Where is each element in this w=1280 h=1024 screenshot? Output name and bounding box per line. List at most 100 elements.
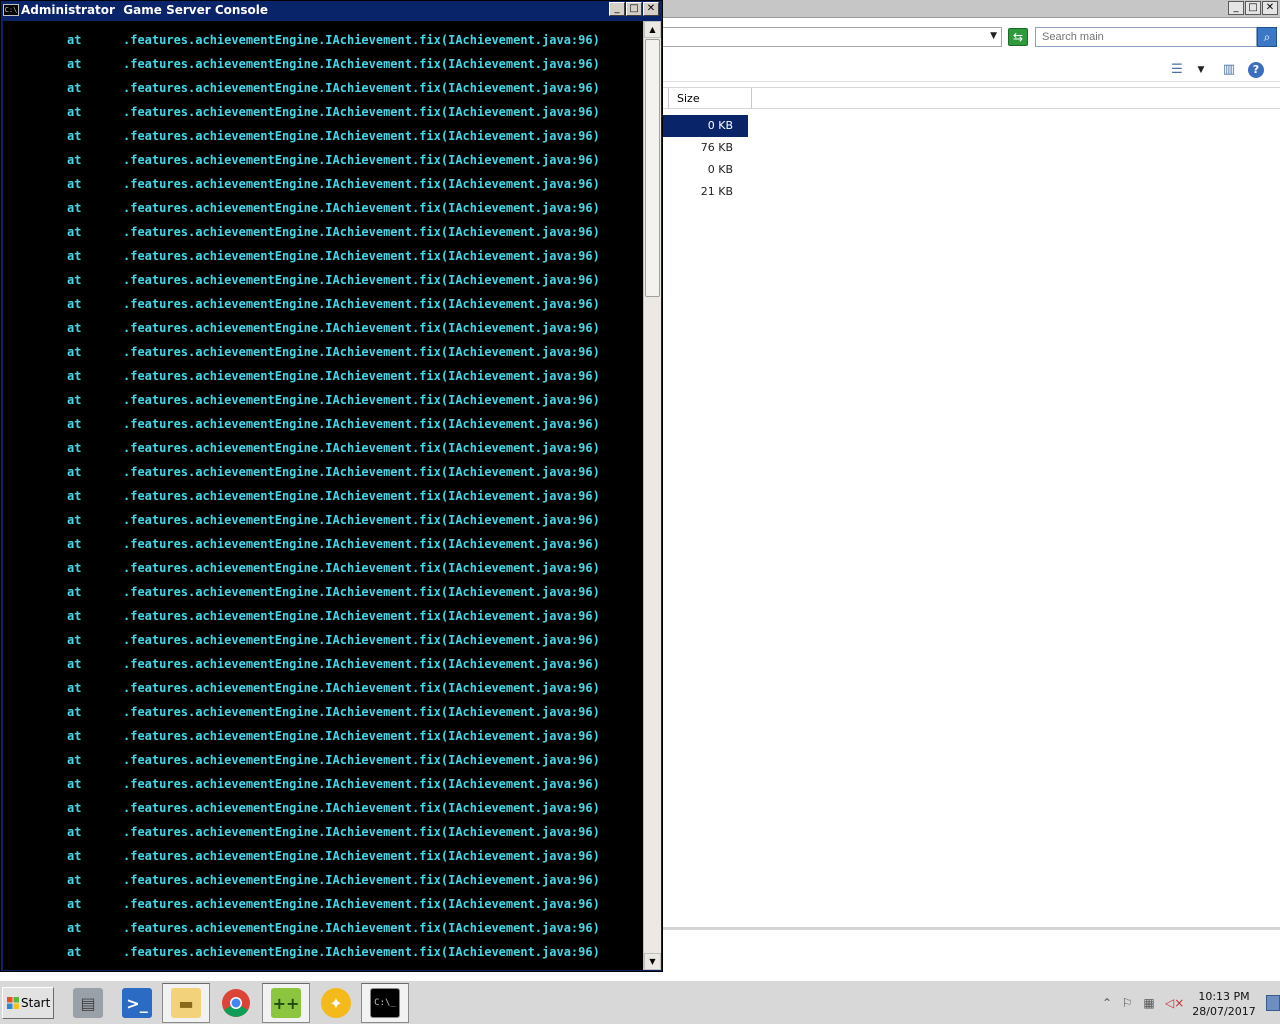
file-row[interactable]: 0 KB: [662, 115, 748, 137]
console-line-text: .features.achievementEngine.IAchievement…: [123, 129, 600, 143]
windows-logo-icon: [7, 997, 19, 1009]
scrollbar-thumb[interactable]: [645, 39, 660, 297]
scroll-down-icon[interactable]: ▼: [644, 953, 661, 970]
console-line-prefix: at: [67, 465, 82, 479]
console-maximize-button[interactable]: □: [626, 2, 642, 16]
console-title: Administrator Game Server Console: [21, 3, 269, 17]
show-desktop-button[interactable]: [1266, 995, 1280, 1011]
console-line: at .features.achievementEngine.IAchieveme…: [67, 532, 600, 556]
file-row[interactable]: 76 KB: [662, 137, 748, 159]
console-line-prefix: at: [67, 129, 82, 143]
powershell-icon: >_: [122, 988, 152, 1018]
console-line: at .features.achievementEngine.IAchieveme…: [67, 244, 600, 268]
console-output[interactable]: at .features.achievementEngine.IAchieveme…: [3, 21, 643, 970]
start-button[interactable]: Start: [2, 987, 54, 1019]
console-line-text: .features.achievementEngine.IAchievement…: [123, 681, 600, 695]
scroll-up-icon[interactable]: ▲: [644, 21, 661, 38]
console-line-text: .features.achievementEngine.IAchievement…: [123, 849, 600, 863]
console-line-prefix: at: [67, 921, 82, 935]
console-line-prefix: at: [67, 729, 82, 743]
console-line: at .features.achievementEngine.IAchieveme…: [67, 676, 600, 700]
console-line-prefix: at: [67, 705, 82, 719]
console-line-text: .features.achievementEngine.IAchievement…: [123, 33, 600, 47]
chevron-down-icon[interactable]: ▼: [990, 31, 997, 41]
console-line-prefix: at: [67, 249, 82, 263]
console-close-button[interactable]: ✕: [643, 2, 659, 16]
console-line-text: .features.achievementEngine.IAchievement…: [123, 801, 600, 815]
console-line-prefix: at: [67, 105, 82, 119]
explorer-toolbar: ☰ ▼ ▥ ?: [662, 58, 1280, 82]
taskbar-app-powershell[interactable]: >_: [113, 983, 161, 1023]
console-line: at .features.achievementEngine.IAchieveme…: [67, 148, 600, 172]
explorer-minimize-button[interactable]: _: [1228, 1, 1244, 15]
console-line: at .features.achievementEngine.IAchieveme…: [67, 652, 600, 676]
taskbar-app-notepad-plus[interactable]: ++: [262, 983, 310, 1023]
explorer-titlebar[interactable]: _ □ ✕: [662, 0, 1280, 18]
console-line-text: .features.achievementEngine.IAchievement…: [123, 441, 600, 455]
search-button[interactable]: ⌕: [1257, 27, 1277, 47]
volume-muted-icon[interactable]: ◁×: [1165, 996, 1184, 1010]
console-line: at .features.achievementEngine.IAchieveme…: [67, 868, 600, 892]
console-line-text: .features.achievementEngine.IAchievement…: [123, 177, 600, 191]
console-line-text: .features.achievementEngine.IAchievement…: [123, 657, 600, 671]
console-minimize-button[interactable]: _: [609, 2, 625, 16]
console-line-text: .features.achievementEngine.IAchievement…: [123, 249, 600, 263]
address-field[interactable]: ▼: [662, 27, 1002, 47]
view-options-icon[interactable]: ☰: [1168, 62, 1186, 78]
console-line-text: .features.achievementEngine.IAchievement…: [123, 561, 600, 575]
console-line-prefix: at: [67, 825, 82, 839]
console-line-prefix: at: [67, 33, 82, 47]
taskbar-app-filezilla[interactable]: ✦: [312, 983, 360, 1023]
console-line: at .features.achievementEngine.IAchieveme…: [67, 892, 600, 916]
console-line-prefix: at: [67, 489, 82, 503]
console-line: at .features.achievementEngine.IAchieveme…: [67, 556, 600, 580]
console-line-text: .features.achievementEngine.IAchievement…: [123, 897, 600, 911]
console-line-prefix: at: [67, 369, 82, 383]
help-icon[interactable]: ?: [1248, 62, 1264, 78]
column-header-size[interactable]: Size: [668, 88, 752, 109]
console-line-text: .features.achievementEngine.IAchievement…: [123, 873, 600, 887]
console-line: at .features.achievementEngine.IAchieveme…: [67, 364, 600, 388]
action-center-flag-icon[interactable]: ⚐: [1119, 996, 1135, 1010]
console-line-prefix: at: [67, 321, 82, 335]
console-line-text: .features.achievementEngine.IAchievement…: [123, 945, 600, 959]
console-line-text: .features.achievementEngine.IAchievement…: [123, 825, 600, 839]
console-line-text: .features.achievementEngine.IAchievement…: [123, 225, 600, 239]
console-line-prefix: at: [67, 417, 82, 431]
network-icon[interactable]: ▦: [1141, 996, 1157, 1010]
console-line-text: .features.achievementEngine.IAchievement…: [123, 537, 600, 551]
taskbar-app-server-manager[interactable]: ▤: [64, 983, 112, 1023]
file-row[interactable]: 0 KB: [662, 159, 748, 181]
taskbar-app-command-prompt[interactable]: C:\_: [361, 983, 409, 1023]
console-line: at .features.achievementEngine.IAchieveme…: [67, 340, 600, 364]
console-line-prefix: at: [67, 81, 82, 95]
refresh-button[interactable]: ⇆: [1008, 28, 1028, 46]
taskbar-app-explorer[interactable]: ▬: [162, 983, 210, 1023]
clock-date: 28/07/2017: [1192, 1005, 1256, 1018]
console-line: at .features.achievementEngine.IAchieveme…: [67, 484, 600, 508]
preview-pane-icon[interactable]: ▥: [1220, 62, 1238, 78]
console-line-prefix: at: [67, 513, 82, 527]
console-line-prefix: at: [67, 633, 82, 647]
console-line: at .features.achievementEngine.IAchieveme…: [67, 316, 600, 340]
file-row[interactable]: 21 KB: [662, 181, 748, 203]
console-scrollbar[interactable]: ▲ ▼: [643, 21, 661, 970]
console-line-text: .features.achievementEngine.IAchievement…: [123, 57, 600, 71]
console-line: at .features.achievementEngine.IAchieveme…: [67, 268, 600, 292]
console-line: at .features.achievementEngine.IAchieveme…: [67, 724, 600, 748]
explorer-close-button[interactable]: ✕: [1262, 1, 1278, 15]
search-input[interactable]: [1035, 27, 1257, 47]
explorer-maximize-button[interactable]: □: [1245, 1, 1261, 15]
console-line: at .features.achievementEngine.IAchieveme…: [67, 916, 600, 940]
console-line-text: .features.achievementEngine.IAchievement…: [123, 609, 600, 623]
console-line-text: .features.achievementEngine.IAchievement…: [123, 633, 600, 647]
column-header-row: Size: [662, 87, 1280, 109]
chevron-up-icon[interactable]: ⌃: [1099, 996, 1115, 1010]
console-line-prefix: at: [67, 753, 82, 767]
console-line-text: .features.achievementEngine.IAchievement…: [123, 921, 600, 935]
taskbar-app-chrome[interactable]: [212, 983, 260, 1023]
console-titlebar[interactable]: C:\ Administrator Game Server Console _ …: [1, 1, 662, 19]
console-line-text: .features.achievementEngine.IAchievement…: [123, 465, 600, 479]
view-dropdown-icon[interactable]: ▼: [1192, 62, 1210, 78]
taskbar-clock[interactable]: 10:13 PM 28/07/2017: [1191, 989, 1257, 1019]
